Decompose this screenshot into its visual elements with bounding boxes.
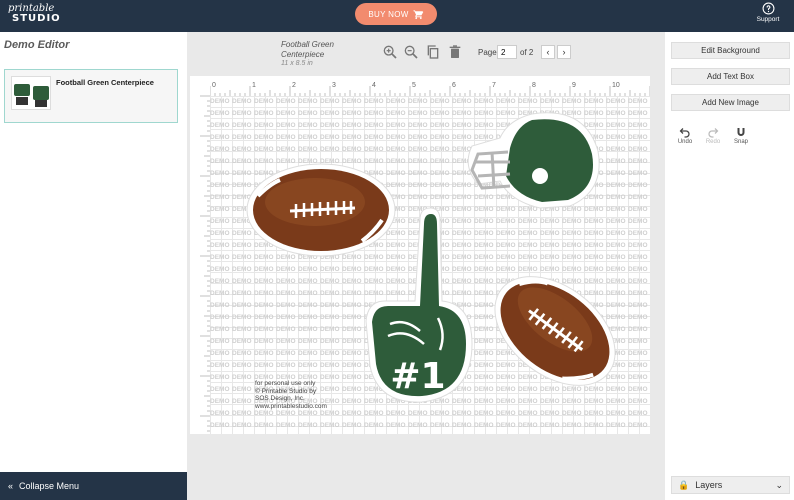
chevron-down-icon: ⌄ <box>775 479 783 490</box>
buy-now-button[interactable]: BUY NOW <box>355 3 437 25</box>
redo-label: Redo <box>705 139 721 145</box>
redo-button[interactable]: Redo <box>702 126 724 145</box>
double-chevron-left-icon: « <box>8 481 14 491</box>
duplicate-button[interactable] <box>425 44 441 60</box>
page-number-input[interactable] <box>497 45 517 59</box>
ruler-number: 9 <box>572 82 576 89</box>
copyright-line: SOS Design, Inc. <box>255 395 305 402</box>
panel-title: Demo Editor <box>4 39 70 51</box>
top-bar: printable STUDIO BUY NOW Support <box>0 0 794 32</box>
ruler-number: 5 <box>412 82 416 89</box>
support-button[interactable]: Support <box>752 2 784 23</box>
ruler-number: 3 <box>332 82 336 89</box>
printable-studio-logo[interactable]: printable STUDIO <box>8 4 61 24</box>
horizontal-ruler: 0 1 2 3 4 5 6 7 8 9 10 <box>209 76 651 96</box>
add-new-image-button[interactable]: Add New Image <box>671 94 790 111</box>
layers-label: Layers <box>695 480 723 490</box>
page-count: of 2 <box>520 48 534 57</box>
ruler-number: 6 <box>452 82 456 89</box>
zoom-out-button[interactable] <box>403 44 419 60</box>
copyright-line: © Printable Studio by <box>255 387 317 395</box>
football-sticker-right[interactable] <box>474 254 635 407</box>
trash-icon <box>449 45 461 58</box>
ruler-number: 0 <box>212 82 216 89</box>
ruler-number: 10 <box>612 82 620 89</box>
help-circle-icon <box>762 2 774 15</box>
document-title: Football Green Centerpiece <box>281 40 334 59</box>
left-panel: Demo Editor Football Green Centerpiece «… <box>0 32 187 500</box>
zoom-in-icon <box>383 45 397 59</box>
next-page-button[interactable]: › <box>557 45 571 59</box>
add-text-box-button[interactable]: Add Text Box <box>671 68 790 85</box>
thumbnail-label: Football Green Centerpiece <box>56 78 154 87</box>
foam-finger-number: #1 <box>390 356 445 397</box>
undo-icon <box>679 128 690 138</box>
football-sticker-left[interactable] <box>246 163 396 257</box>
cart-icon <box>413 9 423 19</box>
ruler-number: 1 <box>252 82 256 89</box>
collapse-menu-label: Collapse Menu <box>19 481 80 491</box>
ruler-number: 4 <box>372 82 376 89</box>
snap-label: Snap <box>733 139 748 145</box>
ruler-number: 2 <box>292 82 296 89</box>
delete-button[interactable] <box>447 44 463 60</box>
right-panel: Edit Background Add Text Box Add New Ima… <box>665 32 794 500</box>
zoom-in-button[interactable] <box>382 44 398 60</box>
chevron-left-icon: ‹ <box>546 47 550 57</box>
previous-page-button[interactable]: ‹ <box>541 45 555 59</box>
ruler-number: 8 <box>532 82 536 89</box>
copyright-line: www.printablestudio.com <box>255 402 327 410</box>
lock-icon: 🔒 <box>678 479 690 490</box>
artboard-page[interactable]: DEMO DEMO DEMO DEMO DEMO DEMO DEMO DEMO DEMO DEMO… <box>210 96 650 434</box>
logo-line2: STUDIO <box>12 13 61 24</box>
magnet-icon <box>737 128 745 136</box>
ruler-number: 7 <box>492 82 496 89</box>
redo-icon <box>708 128 719 138</box>
document-size: 11 x 8.5 in <box>281 60 313 67</box>
copy-icon <box>427 45 439 59</box>
support-label: Support <box>756 16 780 23</box>
vertical-ruler <box>190 76 210 434</box>
copyright-line: for personal use only <box>255 380 316 387</box>
collapse-menu-button[interactable]: « Collapse Menu <box>0 472 187 500</box>
undo-label: Undo <box>677 139 693 145</box>
page-label: Page <box>478 48 497 57</box>
foam-finger-sticker[interactable]: #1 <box>365 207 473 403</box>
undo-button[interactable]: Undo <box>674 126 696 145</box>
helmet-sticker[interactable] <box>467 112 600 209</box>
design-canvas: 0 1 2 3 4 5 6 7 8 9 10 DEMO DEMO DEMO DEMO DEMO DEMO DEM… <box>190 76 651 434</box>
zoom-out-icon <box>404 45 418 59</box>
page-thumbnail-card[interactable]: Football Green Centerpiece <box>4 69 178 123</box>
chevron-right-icon: › <box>562 47 566 57</box>
edit-background-button[interactable]: Edit Background <box>671 42 790 59</box>
snap-button[interactable]: Snap <box>730 126 752 145</box>
copyright-notice: for personal use only © Printable Studio… <box>255 380 327 410</box>
buy-now-label: BUY NOW <box>368 9 409 19</box>
layers-dropdown[interactable]: 🔒 Layers ⌄ <box>671 476 790 494</box>
page-thumbnail-image <box>11 76 51 110</box>
